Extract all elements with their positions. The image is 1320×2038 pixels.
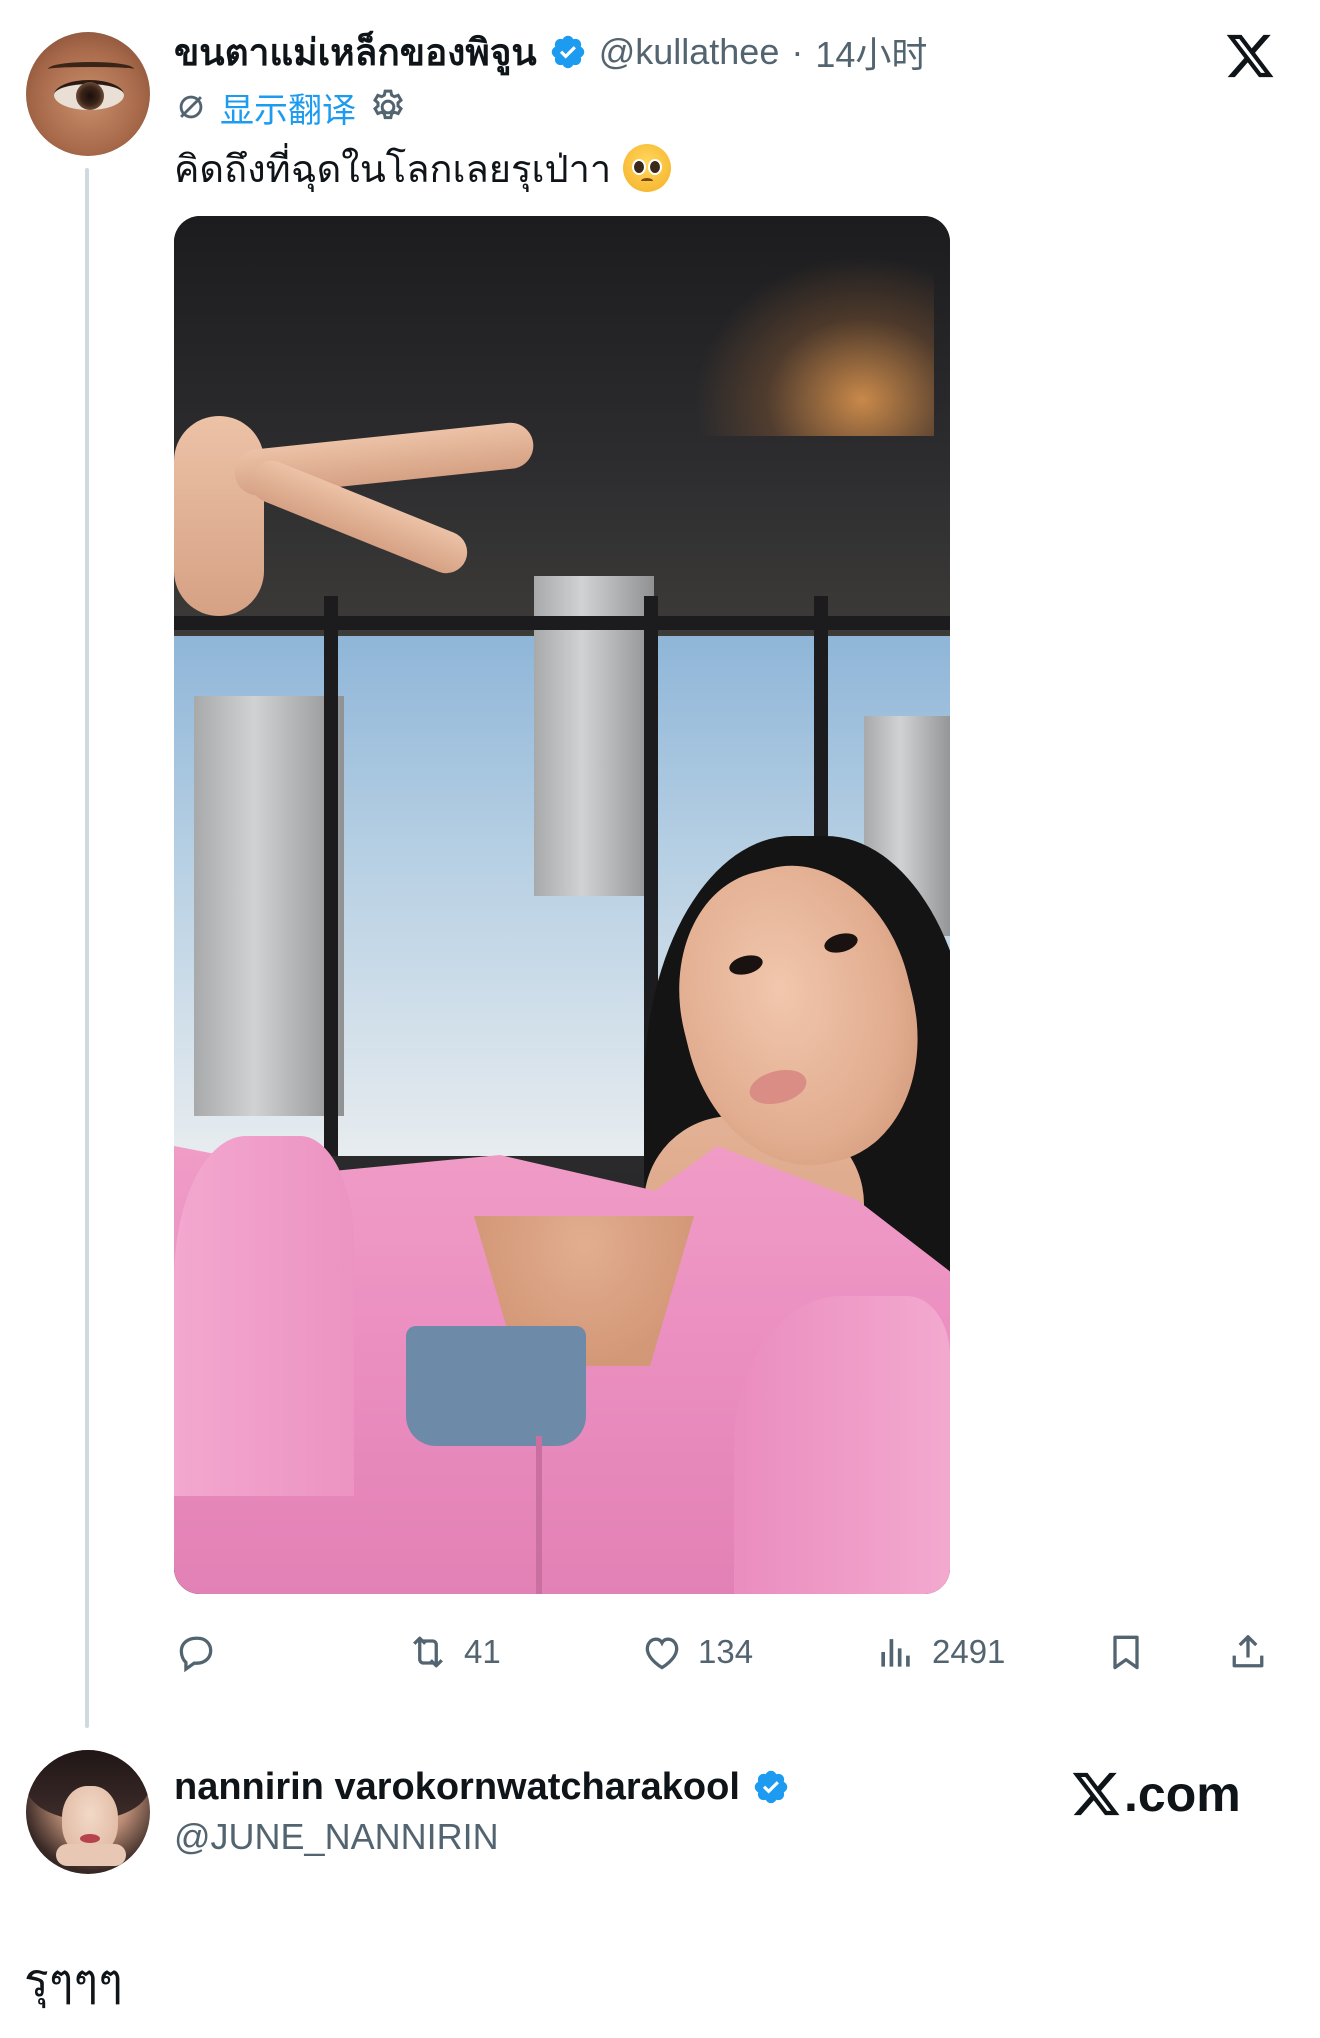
author-handle[interactable]: @kullathee xyxy=(599,31,780,73)
tweet-timestamp[interactable]: 14小时 xyxy=(815,26,927,78)
window-frame xyxy=(324,596,338,1156)
pleading-face-emoji xyxy=(623,144,672,192)
views-count: 2491 xyxy=(932,1633,1006,1670)
show-translation-link[interactable]: 显示翻译 xyxy=(220,83,356,132)
retweet-icon xyxy=(413,1636,443,1668)
share-button[interactable] xyxy=(1226,1622,1270,1682)
reply-icon xyxy=(179,1636,213,1673)
avatar-hand xyxy=(56,1844,126,1866)
bookmark-button[interactable] xyxy=(1104,1622,1148,1682)
tweet-body: คิดถึงที่ฉุดในโลกเลยรุเป่าา xyxy=(174,148,612,191)
quote-user-name-row: nannirin varokornwatcharakool xyxy=(174,1762,790,1812)
quote-user-display-name[interactable]: nannirin varokornwatcharakool xyxy=(174,1766,740,1809)
heart-icon xyxy=(645,1637,679,1670)
reply-text: รุๆๆๆ xyxy=(24,1953,123,2007)
gear-icon[interactable] xyxy=(368,87,408,127)
retweet-button[interactable]: 41 xyxy=(406,1622,501,1682)
meta-separator: · xyxy=(791,31,804,72)
tweet-action-bar: 41 134 2491 xyxy=(174,1622,1284,1682)
share-icon xyxy=(1232,1635,1264,1668)
avatar-iris xyxy=(76,82,104,110)
retweet-count: 41 xyxy=(464,1633,501,1670)
x-com-text: .com xyxy=(1124,1766,1241,1822)
x-logo-icon xyxy=(1072,1772,1120,1816)
bookmark-icon xyxy=(1113,1635,1139,1670)
photo-hand xyxy=(174,406,536,626)
author-avatar[interactable] xyxy=(26,32,150,156)
avatar-brow xyxy=(48,62,134,76)
x-com-watermark: .com xyxy=(1070,1762,1241,1826)
photo-building xyxy=(194,696,344,1116)
views-icon xyxy=(881,1639,910,1667)
photo-jacket-arm xyxy=(174,1136,354,1496)
tweet-photo[interactable] xyxy=(174,216,950,1594)
author-display-name[interactable]: ขนตาแม่เหล็กของพิจูน xyxy=(174,23,537,82)
photo-zipper xyxy=(536,1436,542,1594)
translate-row: 显示翻译 xyxy=(174,86,408,130)
x-logo-icon[interactable] xyxy=(1224,30,1276,82)
photo-ceiling-light xyxy=(694,256,934,436)
quote-user-avatar[interactable] xyxy=(26,1750,150,1874)
translate-disabled-icon xyxy=(179,95,203,119)
photo-top xyxy=(406,1326,586,1446)
verified-badge-icon xyxy=(551,35,584,69)
tweet-header: ขนตาแม่เหล็กของพิจูน @kullathee · 14小时 xyxy=(174,26,927,78)
quote-user-handle[interactable]: @JUNE_NANNIRIN xyxy=(174,1816,499,1860)
thread-line xyxy=(85,168,89,1728)
verified-badge-icon xyxy=(754,1770,788,1804)
tweet-text: คิดถึงที่ฉุดในโลกเลยรุเป่าา xyxy=(174,138,672,198)
avatar-lips xyxy=(80,1834,100,1843)
photo-jacket-arm xyxy=(734,1296,950,1594)
tweet-screenshot: ขนตาแม่เหล็กของพิจูน @kullathee · 14小时 显… xyxy=(0,0,1320,2038)
views-button[interactable]: 2491 xyxy=(874,1622,1005,1682)
like-count: 134 xyxy=(698,1633,754,1670)
like-button[interactable]: 134 xyxy=(640,1622,753,1682)
reply-button[interactable] xyxy=(174,1622,232,1682)
